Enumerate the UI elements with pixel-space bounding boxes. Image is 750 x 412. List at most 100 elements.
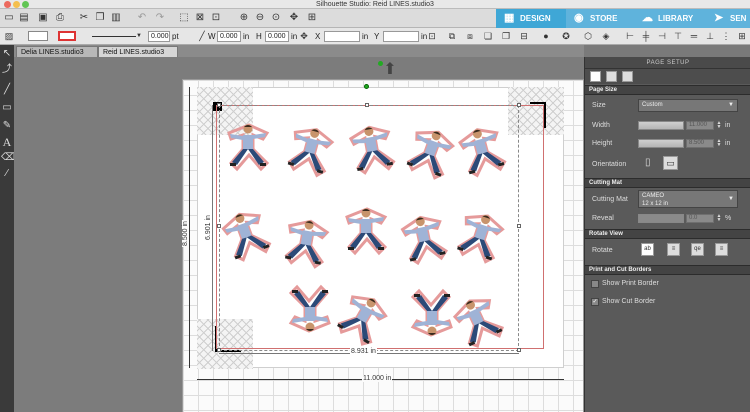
rotate-0-button[interactable]: ab (641, 243, 654, 256)
resize-handle[interactable] (517, 103, 521, 107)
rotate-handle[interactable] (364, 84, 369, 89)
open-file-icon[interactable]: ▤ (18, 12, 30, 24)
width-input[interactable]: 0.000 (217, 31, 241, 42)
rotate-180-button[interactable]: qe (691, 243, 704, 256)
width-slider[interactable] (638, 121, 684, 130)
knife-tool-icon[interactable]: ∕ (1, 167, 13, 181)
fit-to-page-icon[interactable]: ⊞ (306, 12, 318, 24)
reveal-stepper[interactable]: ▲ ▼ (716, 214, 722, 223)
rotate-90-button[interactable]: ≡ (667, 243, 680, 256)
rotate-270-button[interactable]: ≡ (715, 243, 728, 256)
tab-library[interactable]: ☁ LIBRARY (634, 9, 706, 28)
page-setup-tab-icon[interactable] (590, 71, 601, 82)
width-input[interactable]: 11.000 (686, 121, 714, 130)
shape-icon[interactable]: ● (540, 30, 552, 42)
tab-store[interactable]: ◉ STORE (566, 9, 634, 28)
reveal-slider[interactable] (638, 214, 684, 223)
pan-icon[interactable]: ✥ (288, 12, 300, 24)
resize-handle[interactable] (365, 103, 369, 107)
select-tool-icon[interactable]: ↖ (1, 47, 13, 61)
height-stepper[interactable]: ▲ ▼ (716, 139, 722, 148)
height-input[interactable]: 8.500 (686, 139, 714, 148)
3d-icon[interactable]: ⬡ (582, 30, 594, 42)
zoom-in-icon[interactable]: ⊕ (238, 12, 250, 24)
delete-icon[interactable]: ⊡ (210, 12, 222, 24)
undo-icon[interactable]: ↶ (136, 12, 148, 24)
copy-icon[interactable]: ❐ (94, 12, 106, 24)
effect-icon[interactable]: ✪ (560, 30, 572, 42)
photo-cutout[interactable] (284, 122, 336, 179)
line-tool-icon[interactable]: ╱ (1, 83, 13, 97)
fill-swatch[interactable] (28, 31, 48, 41)
y-position-input[interactable] (383, 31, 419, 42)
photo-cutout[interactable] (219, 206, 273, 265)
pencil-tool-icon[interactable]: ✎ (1, 119, 13, 133)
send-back-icon[interactable]: ❐ (500, 30, 512, 42)
redo-icon[interactable]: ↷ (154, 12, 166, 24)
save-icon[interactable]: ▣ (37, 12, 49, 24)
deselect-icon[interactable]: ⊠ (194, 12, 206, 24)
print-icon[interactable]: ⎙ (54, 12, 66, 24)
line-width-input[interactable]: 0.000 (148, 31, 170, 42)
eraser-tool-icon[interactable]: ⌫ (1, 151, 15, 165)
height-slider[interactable] (638, 139, 684, 148)
cut-icon[interactable]: ✂ (78, 12, 90, 24)
line-style-selector[interactable] (92, 36, 136, 37)
text-tool-icon[interactable]: A (1, 135, 13, 149)
width-stepper[interactable]: ▲ ▼ (716, 121, 722, 130)
photo-cutout[interactable] (281, 215, 331, 270)
x-position-input[interactable] (324, 31, 360, 42)
registration-tab-icon[interactable] (622, 71, 633, 82)
zoom-fit-icon[interactable]: ⊙ (270, 12, 282, 24)
doc-tab-delia[interactable]: Delia LINES.studio3 (16, 46, 98, 57)
ungroup-icon[interactable]: ⧈ (464, 30, 476, 42)
tab-send[interactable]: ➤ SEN (706, 9, 750, 28)
replicate-icon[interactable]: ⊟ (518, 30, 530, 42)
select-all-icon[interactable]: ⬚ (178, 12, 190, 24)
grid-tab-icon[interactable] (606, 71, 617, 82)
photo-cutout[interactable] (347, 122, 397, 176)
doc-tab-reid[interactable]: Reid LINES.studio3 (98, 46, 178, 57)
size-dropdown[interactable]: Custom ▼ (638, 99, 738, 112)
chevron-down-icon[interactable]: ▼ (133, 30, 145, 42)
group-icon[interactable]: ⧉ (446, 30, 458, 42)
show-print-border-checkbox[interactable] (591, 280, 599, 288)
landscape-orientation-icon[interactable]: ▭ (663, 156, 678, 170)
photo-cutout[interactable] (345, 207, 387, 255)
more-align-icon[interactable]: ⊞ (736, 30, 748, 42)
photo-cutout[interactable] (456, 123, 508, 179)
photo-cutout[interactable] (399, 211, 449, 267)
align-left-icon[interactable]: ⊢ (624, 30, 636, 42)
rectangle-tool-icon[interactable]: ▭ (1, 101, 13, 115)
cutting-mat-dropdown[interactable]: CAMEO 12 x 12 in ▼ (638, 190, 738, 208)
show-cut-border-checkbox[interactable]: ✓ (591, 298, 599, 306)
resize-handle[interactable] (217, 103, 221, 107)
portrait-orientation-icon[interactable]: ▯ (645, 157, 655, 169)
line-color-swatch[interactable] (58, 31, 76, 41)
distribute-icon[interactable]: ⋮ (720, 30, 732, 42)
paste-icon[interactable]: ▥ (110, 12, 122, 24)
cube-icon[interactable]: ◈ (600, 30, 612, 42)
design-canvas[interactable]: ⬆ 8.931 in 6.901 in 11.000 in 8.500 in (14, 57, 584, 412)
photo-cutout[interactable] (403, 123, 458, 182)
align-center-icon[interactable]: ╪ (640, 30, 652, 42)
photo-cutout[interactable] (449, 291, 507, 351)
photo-cutout[interactable] (453, 207, 507, 265)
photo-cutout[interactable] (289, 285, 331, 333)
photo-cutout[interactable] (411, 289, 453, 337)
bring-front-icon[interactable]: ❏ (482, 30, 494, 42)
zoom-out-icon[interactable]: ⊖ (254, 12, 266, 24)
photo-cutout[interactable] (227, 123, 269, 171)
new-file-icon[interactable]: ▭ (3, 12, 15, 24)
height-input[interactable]: 0.000 (265, 31, 289, 42)
tab-design[interactable]: ▦ DESIGN (496, 9, 566, 28)
edit-points-icon[interactable]: ⤴ (1, 63, 13, 77)
photo-cutouts[interactable] (219, 115, 519, 355)
align-bottom-icon[interactable]: ⊥ (704, 30, 716, 42)
fill-color-icon[interactable]: ▨ (3, 30, 15, 42)
reveal-input[interactable]: 0.0 (686, 214, 714, 223)
transform-icon[interactable]: ⊡ (426, 30, 438, 42)
align-top-icon[interactable]: ⊤ (672, 30, 684, 42)
align-middle-icon[interactable]: ═ (688, 30, 700, 42)
photo-cutout[interactable] (333, 288, 392, 349)
